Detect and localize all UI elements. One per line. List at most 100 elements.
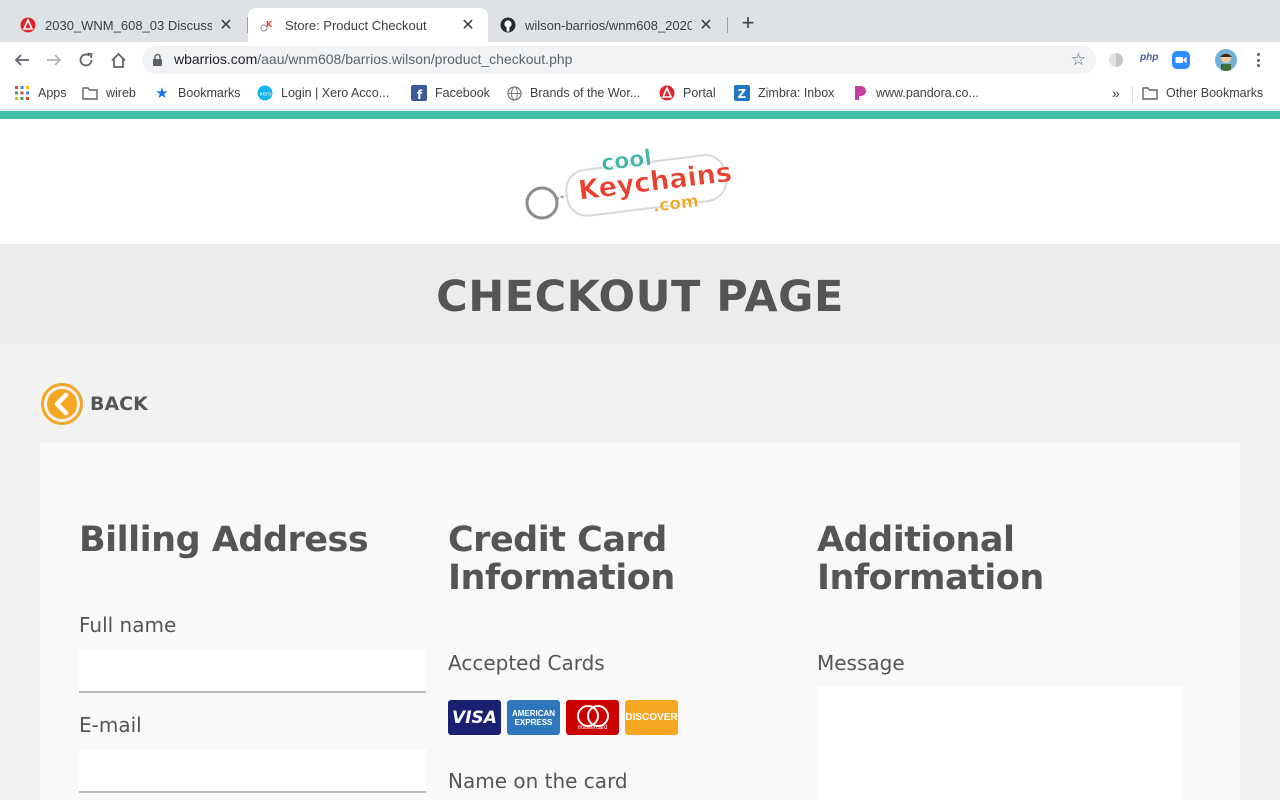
- browser-toolbar: wbarrios.com/aau/wnm608/barrios.wilson/p…: [0, 42, 1280, 78]
- close-icon[interactable]: ✕: [698, 15, 714, 35]
- bookmark-label: Brands of the Wor...: [530, 86, 641, 100]
- page-title: CHECKOUT PAGE: [436, 272, 844, 322]
- forward-arrow-icon[interactable]: [43, 49, 65, 71]
- bookmark-label: Apps: [38, 86, 67, 100]
- bookmarks-bar: Apps wireb ★ Bookmarks xero Login | Xero…: [0, 78, 1280, 110]
- bookmark-label: Bookmarks: [178, 86, 241, 100]
- site-logo[interactable]: cool Keychains .com: [522, 139, 734, 225]
- email-input[interactable]: [79, 749, 426, 793]
- fullname-label: Full name: [79, 613, 177, 637]
- bookmark-label: Facebook: [435, 86, 490, 100]
- keychain-icon: K: [260, 20, 273, 32]
- top-accent-bar: [0, 111, 1280, 119]
- billing-column: Billing Address: [79, 521, 426, 559]
- credit-heading-line1: Credit Card: [448, 520, 667, 560]
- github-icon: [500, 17, 516, 33]
- bookmark-apps[interactable]: Apps: [14, 85, 67, 101]
- aau-icon: [659, 85, 675, 101]
- bookmark-brands[interactable]: Brands of the Wor...: [506, 85, 640, 101]
- svg-text:xero: xero: [260, 92, 273, 98]
- card-name-label: Name on the card: [448, 769, 628, 793]
- tab-checkout[interactable]: K Store: Product Checkout ✕: [248, 8, 488, 42]
- back-arrow-icon[interactable]: [11, 49, 33, 71]
- aau-icon: [20, 17, 36, 33]
- bookmark-facebook[interactable]: f Facebook: [411, 85, 490, 101]
- additional-info-column: Additional Information: [817, 521, 1183, 597]
- additional-heading-line2: Information: [817, 558, 1044, 598]
- tab-title: 2030_WNM_608_03 Discussio: [45, 17, 212, 33]
- folder-icon: [1142, 85, 1158, 101]
- tab-separator: [727, 17, 728, 33]
- php-extension-icon[interactable]: php: [1140, 52, 1158, 63]
- svg-text:K: K: [266, 20, 273, 29]
- bookmark-star-icon[interactable]: ☆: [1071, 51, 1086, 69]
- bookmark-bookmarks[interactable]: ★ Bookmarks: [154, 85, 241, 102]
- bookmark-zimbra[interactable]: Z Zimbra: Inbox: [734, 85, 834, 101]
- visa-text: VISA: [452, 707, 497, 728]
- bookmarks-divider: [1132, 86, 1133, 102]
- close-icon[interactable]: ✕: [460, 15, 476, 35]
- discover-card-icon: DISCOVER: [625, 700, 678, 735]
- profile-avatar[interactable]: [1215, 49, 1237, 71]
- zimbra-icon: Z: [734, 85, 750, 101]
- bookmark-label: www.pandora.co...: [876, 86, 979, 100]
- url-text: wbarrios.com/aau/wnm608/barrios.wilson/p…: [174, 51, 572, 67]
- back-link[interactable]: BACK: [40, 382, 148, 426]
- amex-text: AMERICAN EXPRESS: [511, 708, 556, 727]
- bookmark-portal[interactable]: Portal: [659, 85, 716, 101]
- close-icon[interactable]: ✕: [218, 15, 234, 35]
- visa-card-icon: VISA: [448, 700, 501, 735]
- url-path: /aau/wnm608/barrios.wilson/product_check…: [257, 51, 573, 67]
- new-tab-button[interactable]: +: [737, 12, 759, 35]
- bookmark-label: Portal: [683, 86, 716, 100]
- pandora-icon: [852, 85, 868, 101]
- page-title-band: CHECKOUT PAGE: [0, 244, 1280, 344]
- billing-heading: Billing Address: [79, 520, 369, 560]
- bookmark-label: wireb: [106, 86, 136, 100]
- url-host: wbarrios.com: [174, 51, 258, 67]
- bookmark-pandora[interactable]: www.pandora.co...: [852, 85, 979, 101]
- back-label: BACK: [90, 393, 148, 415]
- zoom-extension-icon[interactable]: [1172, 51, 1190, 74]
- message-label: Message: [817, 651, 905, 675]
- additional-info-heading: Additional Information: [817, 521, 1183, 597]
- star-icon: ★: [155, 85, 169, 102]
- svg-text:f: f: [417, 88, 423, 101]
- lock-icon: [153, 53, 162, 66]
- bookmark-wireb[interactable]: wireb: [82, 85, 136, 101]
- additional-heading-line1: Additional: [817, 520, 1015, 560]
- logo-text-com: .com: [652, 191, 700, 216]
- bookmarks-overflow-chevron-icon[interactable]: »: [1112, 85, 1120, 101]
- bookmark-label: Zimbra: Inbox: [758, 86, 835, 100]
- discover-text: DISCOVER: [625, 712, 678, 723]
- fullname-input[interactable]: [79, 649, 426, 693]
- tab-discussion[interactable]: 2030_WNM_608_03 Discussio ✕: [8, 8, 246, 42]
- bookmark-label: Other Bookmarks: [1166, 86, 1264, 100]
- credit-card-column: Credit Card Information: [448, 521, 795, 597]
- bookmark-xero[interactable]: xero Login | Xero Acco...: [257, 85, 389, 101]
- tab-title: Store: Product Checkout: [285, 17, 427, 33]
- svg-text:Z: Z: [738, 87, 747, 101]
- xero-icon: xero: [257, 85, 273, 101]
- bookmark-label: Login | Xero Acco...: [281, 86, 390, 100]
- facebook-icon: f: [411, 85, 427, 101]
- accepted-cards-label: Accepted Cards: [448, 651, 605, 675]
- folder-icon: [82, 85, 98, 101]
- message-textarea[interactable]: [817, 686, 1182, 800]
- home-icon[interactable]: [107, 49, 129, 71]
- credit-card-heading: Credit Card Information: [448, 521, 795, 597]
- browser-tab-strip: 2030_WNM_608_03 Discussio ✕ K Store: Pro…: [0, 0, 1280, 42]
- extension-half-circle-icon[interactable]: [1108, 52, 1124, 73]
- tab-title: wilson-barrios/wnm608_2020:: [525, 17, 692, 33]
- apps-grid-icon: [14, 85, 30, 101]
- globe-icon: [506, 85, 522, 101]
- more-menu-icon[interactable]: [1250, 52, 1266, 68]
- checkout-form-card: Billing Address Full name E-mail Credit …: [40, 443, 1240, 800]
- tab-github[interactable]: wilson-barrios/wnm608_2020: ✕: [488, 8, 726, 42]
- credit-heading-line2: Information: [448, 558, 675, 598]
- mastercard-text: mastercard: [577, 725, 608, 731]
- bookmark-other[interactable]: Other Bookmarks: [1142, 85, 1263, 101]
- email-label: E-mail: [79, 713, 142, 737]
- address-bar[interactable]: wbarrios.com/aau/wnm608/barrios.wilson/p…: [142, 46, 1096, 74]
- reload-icon[interactable]: [75, 49, 97, 71]
